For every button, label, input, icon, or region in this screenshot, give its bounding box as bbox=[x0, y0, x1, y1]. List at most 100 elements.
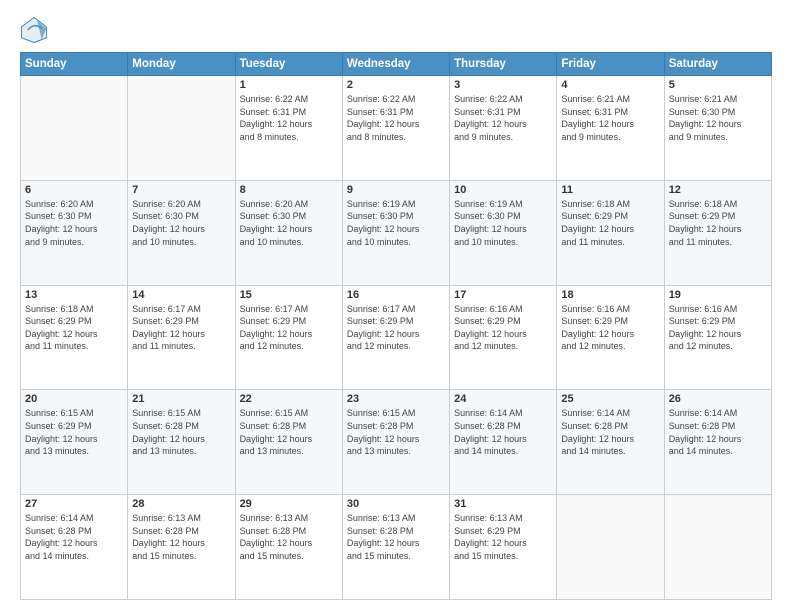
day-info: Sunrise: 6:16 AM Sunset: 6:29 PM Dayligh… bbox=[669, 303, 767, 353]
day-info: Sunrise: 6:13 AM Sunset: 6:28 PM Dayligh… bbox=[347, 512, 445, 562]
day-number: 1 bbox=[240, 79, 338, 91]
day-number: 13 bbox=[25, 289, 123, 301]
calendar-cell: 18 Sunrise: 6:16 AM Sunset: 6:29 PM Dayli… bbox=[557, 285, 664, 390]
week-row-3: 13 Sunrise: 6:18 AM Sunset: 6:29 PM Dayli… bbox=[21, 285, 772, 390]
calendar-cell: 20Sunrise: 6:15 AM Sunset: 6:29 PM Dayli… bbox=[21, 390, 128, 495]
calendar-cell: 5Sunrise: 6:21 AM Sunset: 6:30 PM Daylig… bbox=[664, 76, 771, 181]
day-number: 4 bbox=[561, 79, 659, 91]
day-info: Sunrise: 6:13 AM Sunset: 6:29 PM Dayligh… bbox=[454, 512, 552, 562]
day-number: 31 bbox=[454, 498, 552, 510]
calendar-cell: 15Sunrise: 6:17 AM Sunset: 6:29 PM Dayli… bbox=[235, 285, 342, 390]
calendar-cell: 31 Sunrise: 6:13 AM Sunset: 6:29 PM Dayli… bbox=[450, 495, 557, 600]
calendar-cell: 23Sunrise: 6:15 AM Sunset: 6:28 PM Dayli… bbox=[342, 390, 449, 495]
day-number: 26 bbox=[669, 393, 767, 405]
day-number: 30 bbox=[347, 498, 445, 510]
day-info: Sunrise: 6:22 AM Sunset: 6:31 PM Dayligh… bbox=[240, 93, 338, 143]
calendar-cell: 22 Sunrise: 6:15 AM Sunset: 6:28 PM Dayli… bbox=[235, 390, 342, 495]
calendar-cell: 26 Sunrise: 6:14 AM Sunset: 6:28 PM Dayli… bbox=[664, 390, 771, 495]
day-number: 29 bbox=[240, 498, 338, 510]
day-info: Sunrise: 6:14 AM Sunset: 6:28 PM Dayligh… bbox=[25, 512, 123, 562]
day-info: Sunrise: 6:18 AM Sunset: 6:29 PM Dayligh… bbox=[669, 198, 767, 248]
header bbox=[20, 16, 772, 44]
calendar-cell: 24 Sunrise: 6:14 AM Sunset: 6:28 PM Dayli… bbox=[450, 390, 557, 495]
col-header-thursday: Thursday bbox=[450, 53, 557, 76]
week-row-4: 20Sunrise: 6:15 AM Sunset: 6:29 PM Dayli… bbox=[21, 390, 772, 495]
calendar-cell: 17 Sunrise: 6:16 AM Sunset: 6:29 PM Dayli… bbox=[450, 285, 557, 390]
day-number: 27 bbox=[25, 498, 123, 510]
day-info: Sunrise: 6:17 AM Sunset: 6:29 PM Dayligh… bbox=[347, 303, 445, 353]
calendar-cell: 3 Sunrise: 6:22 AM Sunset: 6:31 PM Daylig… bbox=[450, 76, 557, 181]
day-number: 14 bbox=[132, 289, 230, 301]
day-number: 8 bbox=[240, 184, 338, 196]
day-info: Sunrise: 6:20 AM Sunset: 6:30 PM Dayligh… bbox=[132, 198, 230, 248]
calendar-cell: 6Sunrise: 6:20 AM Sunset: 6:30 PM Daylig… bbox=[21, 180, 128, 285]
calendar-cell: 10 Sunrise: 6:19 AM Sunset: 6:30 PM Dayli… bbox=[450, 180, 557, 285]
calendar-cell: 8 Sunrise: 6:20 AM Sunset: 6:30 PM Daylig… bbox=[235, 180, 342, 285]
calendar-cell: 14 Sunrise: 6:17 AM Sunset: 6:29 PM Dayli… bbox=[128, 285, 235, 390]
day-number: 12 bbox=[669, 184, 767, 196]
day-number: 3 bbox=[454, 79, 552, 91]
day-number: 24 bbox=[454, 393, 552, 405]
calendar-cell bbox=[557, 495, 664, 600]
calendar-cell bbox=[128, 76, 235, 181]
day-number: 16 bbox=[347, 289, 445, 301]
calendar-cell: 13 Sunrise: 6:18 AM Sunset: 6:29 PM Dayli… bbox=[21, 285, 128, 390]
calendar-cell: 1 Sunrise: 6:22 AM Sunset: 6:31 PM Daylig… bbox=[235, 76, 342, 181]
col-header-friday: Friday bbox=[557, 53, 664, 76]
day-info: Sunrise: 6:18 AM Sunset: 6:29 PM Dayligh… bbox=[561, 198, 659, 248]
day-number: 20 bbox=[25, 393, 123, 405]
calendar-cell: 27 Sunrise: 6:14 AM Sunset: 6:28 PM Dayli… bbox=[21, 495, 128, 600]
day-number: 19 bbox=[669, 289, 767, 301]
header-row: SundayMondayTuesdayWednesdayThursdayFrid… bbox=[21, 53, 772, 76]
logo-icon bbox=[20, 16, 48, 44]
page: SundayMondayTuesdayWednesdayThursdayFrid… bbox=[0, 0, 792, 612]
day-info: Sunrise: 6:16 AM Sunset: 6:29 PM Dayligh… bbox=[561, 303, 659, 353]
calendar-cell: 4 Sunrise: 6:21 AM Sunset: 6:31 PM Daylig… bbox=[557, 76, 664, 181]
day-number: 23 bbox=[347, 393, 445, 405]
calendar-cell: 30 Sunrise: 6:13 AM Sunset: 6:28 PM Dayli… bbox=[342, 495, 449, 600]
day-info: Sunrise: 6:20 AM Sunset: 6:30 PM Dayligh… bbox=[240, 198, 338, 248]
day-number: 18 bbox=[561, 289, 659, 301]
day-info: Sunrise: 6:21 AM Sunset: 6:30 PM Dayligh… bbox=[669, 93, 767, 143]
calendar-cell: 19 Sunrise: 6:16 AM Sunset: 6:29 PM Dayli… bbox=[664, 285, 771, 390]
col-header-saturday: Saturday bbox=[664, 53, 771, 76]
calendar-cell: 7Sunrise: 6:20 AM Sunset: 6:30 PM Daylig… bbox=[128, 180, 235, 285]
day-number: 6 bbox=[25, 184, 123, 196]
calendar-cell: 11 Sunrise: 6:18 AM Sunset: 6:29 PM Dayli… bbox=[557, 180, 664, 285]
calendar-cell: 12 Sunrise: 6:18 AM Sunset: 6:29 PM Dayli… bbox=[664, 180, 771, 285]
day-number: 25 bbox=[561, 393, 659, 405]
day-info: Sunrise: 6:15 AM Sunset: 6:28 PM Dayligh… bbox=[132, 407, 230, 457]
calendar-cell: 21Sunrise: 6:15 AM Sunset: 6:28 PM Dayli… bbox=[128, 390, 235, 495]
day-number: 15 bbox=[240, 289, 338, 301]
day-number: 10 bbox=[454, 184, 552, 196]
day-info: Sunrise: 6:14 AM Sunset: 6:28 PM Dayligh… bbox=[561, 407, 659, 457]
calendar-cell: 9Sunrise: 6:19 AM Sunset: 6:30 PM Daylig… bbox=[342, 180, 449, 285]
col-header-monday: Monday bbox=[128, 53, 235, 76]
day-number: 17 bbox=[454, 289, 552, 301]
day-info: Sunrise: 6:16 AM Sunset: 6:29 PM Dayligh… bbox=[454, 303, 552, 353]
day-info: Sunrise: 6:13 AM Sunset: 6:28 PM Dayligh… bbox=[240, 512, 338, 562]
day-number: 2 bbox=[347, 79, 445, 91]
day-info: Sunrise: 6:18 AM Sunset: 6:29 PM Dayligh… bbox=[25, 303, 123, 353]
day-info: Sunrise: 6:19 AM Sunset: 6:30 PM Dayligh… bbox=[454, 198, 552, 248]
week-row-2: 6 Sunrise: 6:20 AM Sunset: 6:30 PM Daylig… bbox=[21, 180, 772, 285]
day-number: 9 bbox=[347, 184, 445, 196]
logo bbox=[20, 16, 52, 44]
day-info: Sunrise: 6:14 AM Sunset: 6:28 PM Dayligh… bbox=[669, 407, 767, 457]
day-info: Sunrise: 6:14 AM Sunset: 6:28 PM Dayligh… bbox=[454, 407, 552, 457]
day-info: Sunrise: 6:13 AM Sunset: 6:28 PM Dayligh… bbox=[132, 512, 230, 562]
week-row-5: 27 Sunrise: 6:14 AM Sunset: 6:28 PM Dayli… bbox=[21, 495, 772, 600]
day-number: 28 bbox=[132, 498, 230, 510]
calendar-cell bbox=[21, 76, 128, 181]
day-info: Sunrise: 6:22 AM Sunset: 6:31 PM Dayligh… bbox=[347, 93, 445, 143]
day-info: Sunrise: 6:21 AM Sunset: 6:31 PM Dayligh… bbox=[561, 93, 659, 143]
week-row-1: 1 Sunrise: 6:22 AM Sunset: 6:31 PM Daylig… bbox=[21, 76, 772, 181]
day-info: Sunrise: 6:17 AM Sunset: 6:29 PM Dayligh… bbox=[132, 303, 230, 353]
calendar-cell: 29 Sunrise: 6:13 AM Sunset: 6:28 PM Dayli… bbox=[235, 495, 342, 600]
day-info: Sunrise: 6:22 AM Sunset: 6:31 PM Dayligh… bbox=[454, 93, 552, 143]
day-info: Sunrise: 6:15 AM Sunset: 6:28 PM Dayligh… bbox=[240, 407, 338, 457]
calendar-cell bbox=[664, 495, 771, 600]
calendar-cell: 25 Sunrise: 6:14 AM Sunset: 6:28 PM Dayli… bbox=[557, 390, 664, 495]
day-number: 22 bbox=[240, 393, 338, 405]
day-number: 11 bbox=[561, 184, 659, 196]
